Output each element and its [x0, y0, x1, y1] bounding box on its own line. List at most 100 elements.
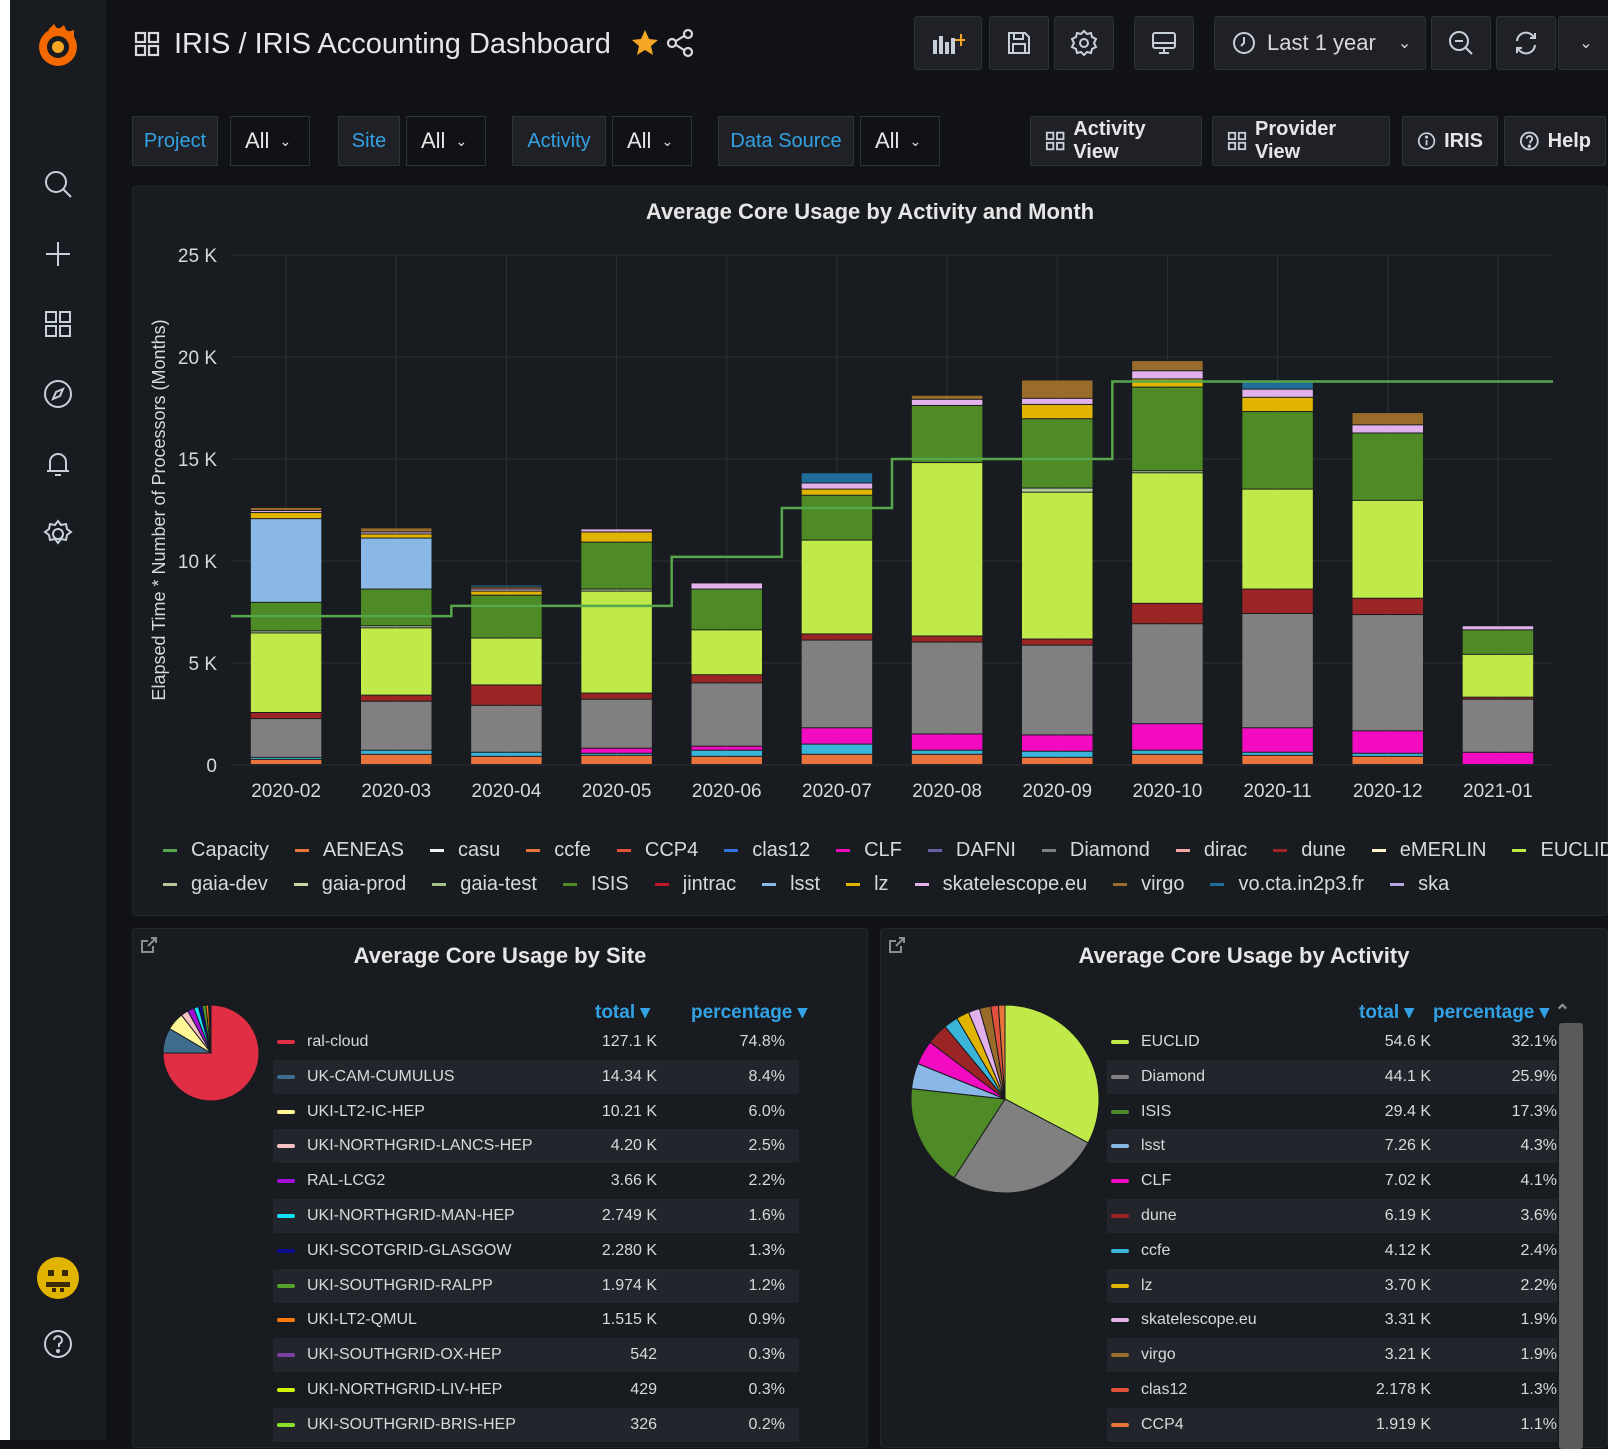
bar-segment-skatelescope.eu[interactable]: [1132, 371, 1203, 379]
bar-segment-ISIS[interactable]: [1021, 419, 1093, 488]
legend-item[interactable]: gaia-test: [432, 873, 537, 896]
panel-title[interactable]: Average Core Usage by Activity: [881, 943, 1607, 969]
table-row[interactable]: Diamond 44.1 K 25.9%: [1107, 1059, 1557, 1094]
bar-segment-lz[interactable]: [581, 532, 652, 542]
add-panel-button[interactable]: [914, 16, 982, 70]
bar-segment-Diamond[interactable]: [1021, 645, 1093, 735]
table-row[interactable]: UKI-SCOTGRID-GLASGOW 2.280 K 1.3%: [273, 1234, 799, 1268]
bar-segment-skatelescope.eu[interactable]: [801, 483, 873, 489]
legend-item[interactable]: lz: [846, 873, 889, 896]
bar-segment-lz[interactable]: [1242, 397, 1313, 412]
bar-segment-CLF[interactable]: [801, 728, 873, 744]
column-header-total[interactable]: total ▾: [1359, 1001, 1414, 1024]
cycle-view-mode-button[interactable]: [1134, 16, 1194, 70]
bar-segment-skatelescope.eu[interactable]: [1021, 398, 1093, 404]
bar-segment-gaia-prod[interactable]: [581, 589, 652, 591]
table-row[interactable]: skatelescope.eu 3.31 K 1.9%: [1107, 1303, 1557, 1337]
table-row[interactable]: ISIS 29.4 K 17.3%: [1107, 1095, 1557, 1129]
bar-segment-EUCLID[interactable]: [1021, 492, 1093, 639]
bar-segment-ISIS[interactable]: [1352, 433, 1424, 500]
bar-segment-EUCLID[interactable]: [691, 630, 763, 675]
bar-segment-AENEAS[interactable]: [360, 754, 432, 764]
legend-item[interactable]: eMERLIN: [1371, 839, 1486, 862]
bar-segment-dune[interactable]: [471, 685, 542, 705]
legend-item[interactable]: vo.cta.in2p3.fr: [1210, 873, 1364, 896]
dashboard-title[interactable]: IRIS / IRIS Accounting Dashboard: [134, 24, 611, 64]
save-dashboard-button[interactable]: [989, 16, 1049, 70]
bar-segment-skatelescope.eu[interactable]: [360, 532, 432, 534]
provider-view-link[interactable]: Provider View: [1212, 116, 1390, 166]
bar-segment-gaia-prod[interactable]: [250, 631, 322, 633]
bar-segment-AENEAS[interactable]: [1352, 756, 1424, 764]
help-question-icon[interactable]: [40, 1326, 76, 1362]
user-avatar[interactable]: [36, 1256, 80, 1300]
bar-segment-virgo[interactable]: [1132, 361, 1203, 371]
bar-segment-CLF[interactable]: [1132, 724, 1203, 750]
bar-segment-AENEAS[interactable]: [1021, 757, 1093, 764]
bar-segment-skatelescope.eu[interactable]: [691, 583, 763, 589]
help-link[interactable]: Help: [1504, 116, 1606, 166]
time-range-picker[interactable]: Last 1 year ⌄: [1214, 16, 1426, 70]
bar-segment-skatelescope.eu[interactable]: [1462, 626, 1534, 630]
bar-segment-CLF[interactable]: [1352, 731, 1424, 753]
column-header-total[interactable]: total ▾: [595, 1001, 650, 1024]
bar-segment-lsst[interactable]: [360, 538, 432, 589]
refresh-interval-dropdown[interactable]: ⌄: [1558, 16, 1608, 70]
legend-item[interactable]: ska: [1390, 873, 1449, 896]
grafana-logo-icon[interactable]: [34, 22, 82, 70]
bar-segment-AENEAS[interactable]: [471, 756, 542, 764]
bar-segment-Diamond[interactable]: [360, 701, 432, 750]
legend-item[interactable]: ISIS: [562, 873, 629, 896]
legend-item[interactable]: Diamond: [1041, 839, 1150, 862]
legend-item[interactable]: ccfe: [526, 839, 591, 862]
bar-segment-ccfe[interactable]: [801, 744, 873, 754]
bar-segment-dune[interactable]: [691, 675, 763, 683]
legend-item[interactable]: dune: [1273, 839, 1346, 862]
bar-segment-skatelescope.eu[interactable]: [1242, 389, 1313, 397]
bar-segment-CLF[interactable]: [691, 746, 763, 750]
bar-segment-EUCLID[interactable]: [911, 463, 983, 636]
bar-segment-AENEAS[interactable]: [1242, 755, 1313, 764]
bar-segment-AENEAS[interactable]: [691, 756, 763, 764]
bar-segment-Diamond[interactable]: [691, 683, 763, 746]
bar-segment-virgo[interactable]: [911, 395, 983, 399]
bar-segment-vo.cta.in2p3.fr[interactable]: [471, 585, 542, 587]
bar-segment-Diamond[interactable]: [1352, 615, 1424, 731]
table-row[interactable]: virgo 3.21 K 1.9%: [1107, 1338, 1557, 1373]
dashboard-settings-button[interactable]: [1054, 16, 1114, 70]
bar-segment-lz[interactable]: [801, 489, 873, 495]
bar-segment-virgo[interactable]: [471, 587, 542, 589]
bar-segment-ccfe[interactable]: [691, 750, 763, 756]
legend-item[interactable]: jintrac: [654, 873, 736, 896]
panel-title[interactable]: Average Core Usage by Site: [133, 943, 867, 969]
configuration-gear-icon[interactable]: [40, 516, 76, 552]
bar-segment-EUCLID[interactable]: [801, 540, 873, 634]
legend-item[interactable]: CLF: [836, 839, 902, 862]
legend-item[interactable]: EUCLID: [1512, 839, 1608, 862]
bar-segment-dune[interactable]: [1242, 589, 1313, 614]
bar-segment-vo.cta.in2p3.fr[interactable]: [801, 473, 873, 483]
bar-segment-ccfe[interactable]: [1021, 751, 1093, 757]
table-row[interactable]: EUCLID 54.6 K 32.1%: [1107, 1025, 1557, 1059]
bar-segment-AENEAS[interactable]: [801, 754, 873, 764]
bar-segment-lz[interactable]: [1021, 404, 1093, 419]
bar-segment-skatelescope.eu[interactable]: [250, 511, 322, 513]
legend-item[interactable]: skatelescope.eu: [914, 873, 1087, 896]
table-row[interactable]: UKI-SOUTHGRID-BRIS-HEP 326 0.2%: [273, 1407, 799, 1442]
bar-segment-lz[interactable]: [471, 591, 542, 595]
bar-segment-ISIS[interactable]: [360, 589, 432, 626]
bar-segment-virgo[interactable]: [250, 507, 322, 511]
legend-item[interactable]: DAFNI: [927, 839, 1016, 862]
legend-item[interactable]: dirac: [1175, 839, 1247, 862]
variable-select-data-source[interactable]: All ⌄: [860, 116, 940, 166]
bar-segment-ccfe[interactable]: [250, 757, 322, 759]
legend-item[interactable]: Capacity: [163, 839, 269, 862]
legend-item[interactable]: CCP4: [616, 839, 698, 862]
bar-segment-virgo[interactable]: [1021, 380, 1093, 398]
bar-segment-AENEAS[interactable]: [250, 759, 322, 764]
variable-select-activity[interactable]: All ⌄: [612, 116, 692, 166]
bar-segment-ISIS[interactable]: [1132, 387, 1203, 471]
column-header-percentage[interactable]: percentage ▾ ⌃: [1433, 1001, 1570, 1024]
bar-segment-dune[interactable]: [1462, 697, 1534, 699]
legend-item[interactable]: clas12: [724, 839, 810, 862]
